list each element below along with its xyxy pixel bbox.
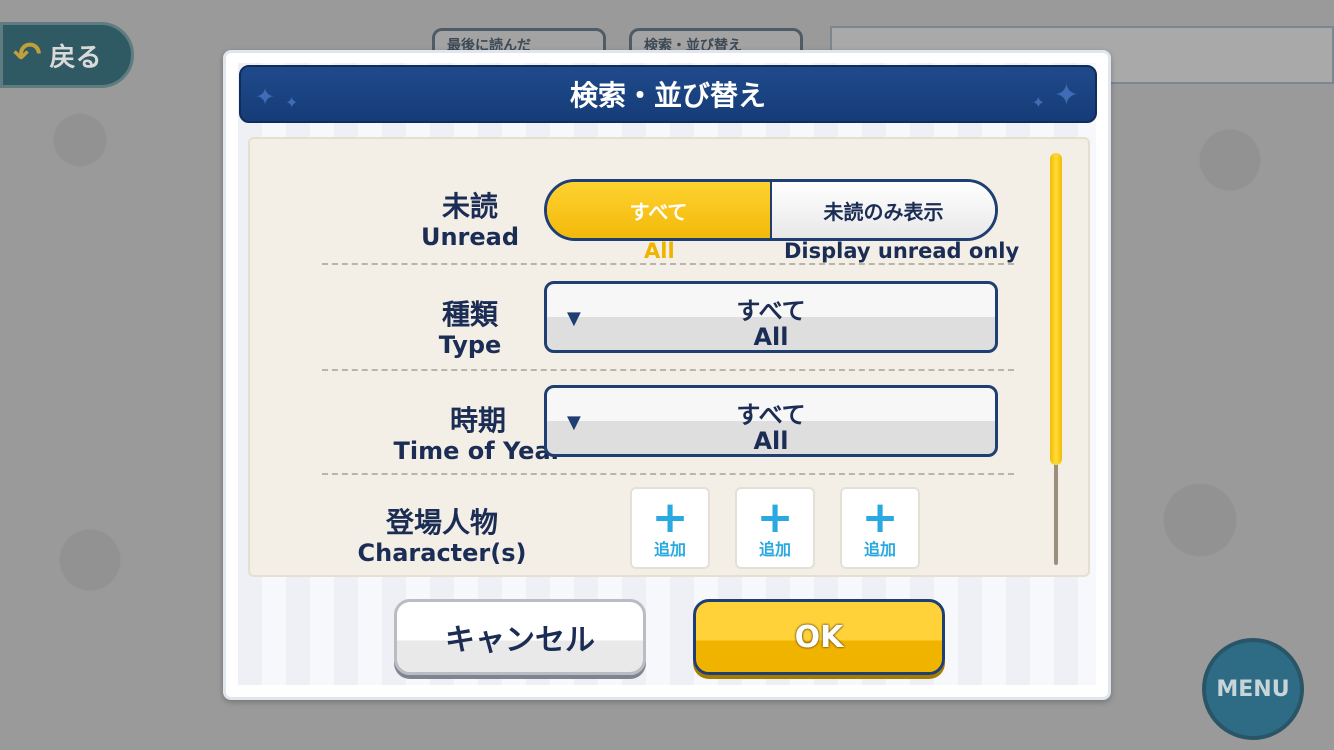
dialog-header: ✦ ✦ 検索・並び替え ✦ ✦ xyxy=(239,65,1097,123)
plus-icon: + xyxy=(861,492,899,543)
unread-label: 未読 Unread xyxy=(420,190,520,252)
characters-label: 登場人物 Character(s) xyxy=(357,506,527,568)
plus-icon: + xyxy=(756,492,794,543)
plus-icon: + xyxy=(651,492,689,543)
sparkle-icon: ✦ xyxy=(1031,93,1045,112)
add-character-button[interactable]: + 追加 xyxy=(630,487,710,569)
type-label: 種類 Type xyxy=(438,298,502,360)
cancel-button[interactable]: キャンセル xyxy=(394,599,646,675)
filter-panel[interactable]: 未読 Unread すべて 未読のみ表示 All Display unread … xyxy=(248,137,1090,577)
row-divider xyxy=(322,369,1014,371)
back-arrow-icon: ↶ xyxy=(13,35,42,75)
search-sort-dialog: ✦ ✦ 検索・並び替え ✦ ✦ 未読 Unread すべて 未読のみ表示 All… xyxy=(223,50,1111,700)
row-divider xyxy=(322,473,1014,475)
menu-button[interactable]: MENU xyxy=(1202,638,1304,740)
type-dropdown[interactable]: ▼ すべて All xyxy=(544,281,998,353)
back-label: 戻る xyxy=(49,42,102,73)
sparkle-icon: ✦ xyxy=(285,93,299,112)
option-unread-caption: Display unread only xyxy=(784,239,1020,263)
dialog-title: 検索・並び替え xyxy=(569,79,766,112)
row-divider xyxy=(322,263,1014,265)
add-character-button[interactable]: + 追加 xyxy=(735,487,815,569)
scrollbar-thumb[interactable] xyxy=(1050,153,1062,465)
add-character-button[interactable]: + 追加 xyxy=(840,487,920,569)
back-button[interactable]: ↶ 戻る xyxy=(0,22,134,88)
sparkle-icon: ✦ xyxy=(1053,78,1079,113)
unread-toggle[interactable]: すべて 未読のみ表示 xyxy=(544,179,998,241)
option-all-caption: All xyxy=(644,239,675,263)
sparkle-icon: ✦ xyxy=(255,83,276,111)
toggle-option-unread-only[interactable]: 未読のみ表示 xyxy=(772,182,995,238)
toggle-option-all[interactable]: すべて xyxy=(547,182,772,238)
ok-button[interactable]: OK xyxy=(693,599,945,675)
menu-label: MENU xyxy=(1216,676,1290,702)
time-of-year-dropdown[interactable]: ▼ すべて All xyxy=(544,385,998,457)
